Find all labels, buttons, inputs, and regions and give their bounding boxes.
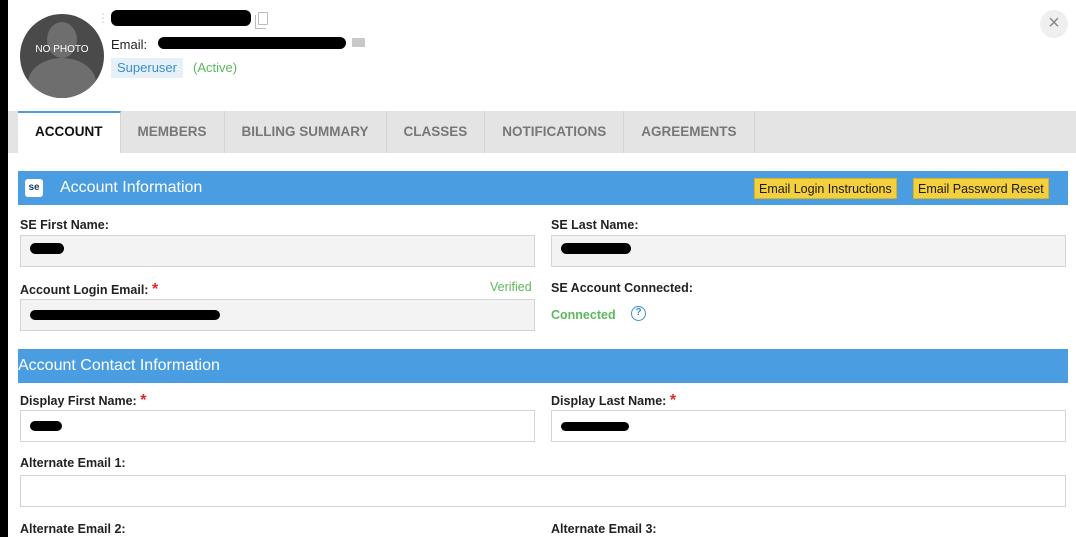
section-title: Account Contact Information: [18, 357, 220, 374]
connected-status: Connected: [551, 308, 616, 322]
account-contact-information-header: Account Contact Information: [18, 349, 1068, 383]
login-email-field[interactable]: [20, 299, 535, 331]
se-logo-icon: se: [25, 179, 43, 197]
help-icon[interactable]: ?: [631, 306, 646, 321]
account-modal: NO PHOTO ⋮ Email: Superuser (Active) × A…: [8, 0, 1076, 537]
status-text: (Active): [193, 60, 238, 75]
display-first-name-label: Display First Name: *: [20, 392, 146, 410]
avatar-shoulders-shape: [28, 58, 96, 98]
se-account-connected-label: SE Account Connected:: [551, 281, 693, 295]
redacted-value: [30, 310, 220, 320]
section-title: Account Information: [60, 179, 203, 196]
verified-status: Verified: [490, 280, 532, 294]
login-email-label-text: Account Login Email:: [20, 283, 149, 297]
copy-icon[interactable]: [255, 12, 268, 29]
required-mark: *: [140, 392, 147, 409]
alternate-email-1-label: Alternate Email 1:: [20, 456, 126, 470]
redacted-value: [30, 421, 62, 431]
alternate-email-2-label: Alternate Email 2:: [20, 522, 126, 536]
se-first-name-label: SE First Name:: [20, 218, 109, 232]
tab-billing-summary[interactable]: BILLING SUMMARY: [225, 111, 387, 153]
tab-classes[interactable]: CLASSES: [387, 111, 486, 153]
display-last-name-input[interactable]: [551, 410, 1066, 442]
tab-account[interactable]: ACCOUNT: [18, 111, 121, 153]
mail-icon[interactable]: [352, 38, 365, 47]
email-label: Email:: [111, 37, 148, 52]
avatar[interactable]: NO PHOTO: [20, 14, 104, 98]
tab-agreements[interactable]: AGREEMENTS: [624, 111, 755, 153]
tab-bar: ACCOUNT MEMBERS BILLING SUMMARY CLASSES …: [8, 111, 1076, 153]
redacted-value: [30, 243, 64, 254]
close-icon[interactable]: ×: [1040, 10, 1068, 38]
se-first-name-field[interactable]: [20, 235, 535, 267]
redacted-value: [561, 243, 631, 254]
account-information-header: se Account Information Email Login Instr…: [18, 171, 1068, 205]
display-last-name-label: Display Last Name: *: [551, 392, 676, 410]
display-first-name-input[interactable]: [20, 410, 535, 442]
kebab-icon[interactable]: ⋮: [97, 12, 109, 24]
alternate-email-1-input[interactable]: [20, 475, 1066, 507]
tab-notifications[interactable]: NOTIFICATIONS: [485, 111, 625, 153]
redacted-email: [158, 37, 346, 49]
required-mark: *: [151, 281, 159, 298]
se-last-name-field[interactable]: [551, 235, 1066, 267]
avatar-placeholder-text: NO PHOTO: [35, 44, 89, 55]
display-first-name-label-text: Display First Name:: [20, 394, 137, 408]
redacted-value: [561, 422, 629, 431]
email-login-instructions-button[interactable]: Email Login Instructions: [754, 178, 897, 199]
se-last-name-label: SE Last Name:: [551, 218, 639, 232]
display-last-name-label-text: Display Last Name:: [551, 394, 667, 408]
tab-members[interactable]: MEMBERS: [121, 111, 225, 153]
required-mark: *: [669, 392, 677, 409]
login-email-label: Account Login Email: *: [20, 281, 158, 299]
alternate-email-3-label: Alternate Email 3:: [551, 522, 657, 536]
email-password-reset-button[interactable]: Email Password Reset: [913, 178, 1049, 199]
redacted-name: [111, 10, 251, 26]
role-badge: Superuser: [111, 58, 183, 78]
